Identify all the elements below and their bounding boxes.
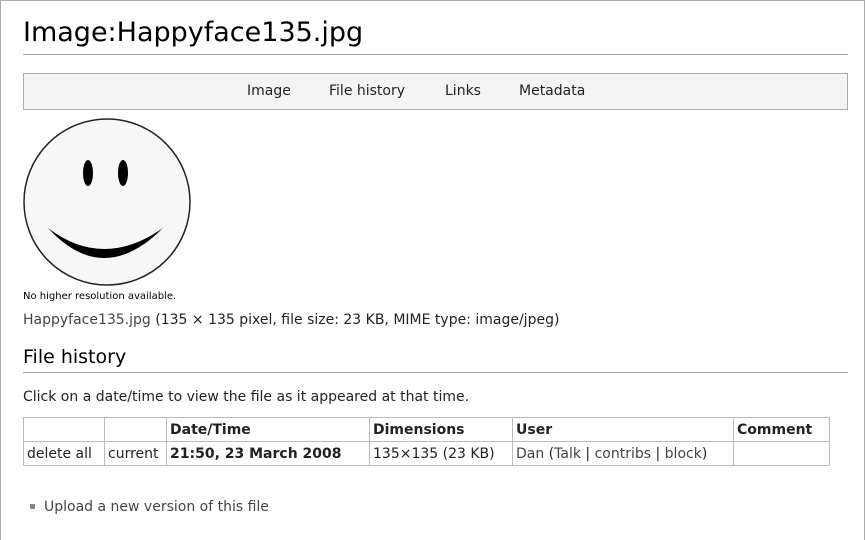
no-higher-resolution-note: No higher resolution available. <box>23 291 177 302</box>
contribs-link[interactable]: contribs <box>595 446 651 462</box>
column-header-user: User <box>512 417 734 442</box>
tab-metadata[interactable]: Metadata <box>519 74 585 109</box>
user-link[interactable]: Dan <box>516 446 544 462</box>
file-info: Happyface135.jpg (135 × 135 pixel, file … <box>23 312 559 328</box>
table-row: delete all current 21:50, 23 March 2008 … <box>23 441 830 466</box>
page-border-left <box>0 0 1 540</box>
comment-cell <box>733 441 830 466</box>
column-header-action <box>23 417 105 442</box>
page-border-top <box>0 0 865 1</box>
user-links-separator: | <box>580 445 595 462</box>
column-header-status <box>104 417 167 442</box>
smiley-face-image[interactable] <box>23 118 191 286</box>
file-history-table: Date/Time Dimensions User Comment delete… <box>23 417 830 466</box>
tab-file-history[interactable]: File history <box>329 74 405 109</box>
file-name-link[interactable]: Happyface135.jpg <box>23 312 151 328</box>
dimensions-cell: 135×135 (23 KB) <box>369 441 513 466</box>
user-cell: Dan (Talk | contribs | block) <box>512 441 734 466</box>
column-header-dimensions: Dimensions <box>369 417 513 442</box>
bullet-icon <box>30 503 35 509</box>
tab-image[interactable]: Image <box>247 74 291 109</box>
file-tabs-bar: Image File history Links Metadata <box>23 73 848 110</box>
delete-all-link[interactable]: delete all <box>23 441 105 466</box>
column-header-datetime: Date/Time <box>166 417 370 442</box>
table-header-row: Date/Time Dimensions User Comment <box>23 417 830 442</box>
upload-list: Upload a new version of this file <box>30 499 269 515</box>
column-header-comment: Comment <box>733 417 830 442</box>
file-history-instruction: Click on a date/time to view the file as… <box>23 389 470 405</box>
file-history-heading: File history <box>23 344 848 373</box>
user-links-close: ) <box>701 445 708 462</box>
page-title: Image:Happyface135.jpg <box>23 14 848 55</box>
user-links-open: ( <box>544 445 555 462</box>
current-status: current <box>104 441 167 466</box>
file-details: (135 × 135 pixel, file size: 23 KB, MIME… <box>150 312 560 328</box>
upload-new-version-link[interactable]: Upload a new version of this file <box>44 499 269 515</box>
talk-link[interactable]: Talk <box>554 446 581 462</box>
user-links-separator: | <box>651 445 665 462</box>
smiley-face-icon <box>23 118 191 286</box>
datetime-link[interactable]: 21:50, 23 March 2008 <box>166 441 370 466</box>
block-link[interactable]: block <box>665 446 702 462</box>
tab-links[interactable]: Links <box>445 74 481 109</box>
